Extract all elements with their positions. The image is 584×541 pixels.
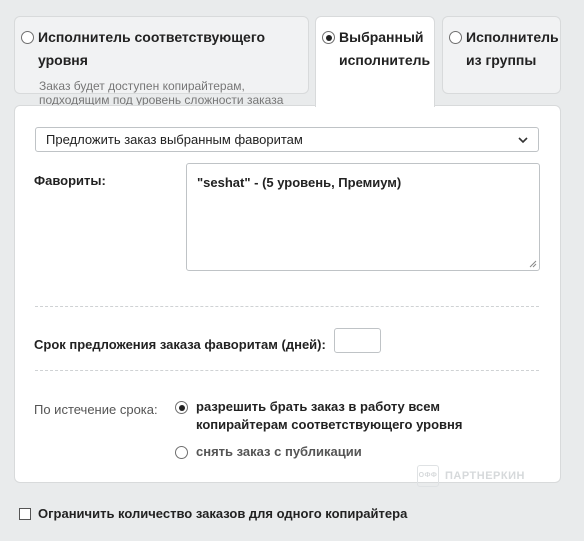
order-executor-settings: Исполнитель соответствующего уровня Зака… <box>0 0 584 541</box>
tab-group-executor-title: Исполнитель из группы <box>466 29 559 68</box>
chevron-down-icon <box>517 128 529 154</box>
option-unpublish-radio[interactable] <box>175 446 188 459</box>
tab-selected-executor-title: Выбранный исполнитель <box>339 29 431 68</box>
tab-selected-executor[interactable]: Выбранный исполнитель <box>315 16 435 107</box>
limit-orders-checkbox[interactable] <box>19 507 31 520</box>
resize-handle-icon[interactable] <box>529 260 537 268</box>
favorites-value: "seshat" - (5 уровень, Премиум) <box>197 175 402 190</box>
offer-term-input[interactable] <box>334 328 381 353</box>
tab-level-executor-title: Исполнитель соответствующего уровня <box>38 29 266 68</box>
tab-level-executor-description: Заказ будет доступен копирайтерам, подхо… <box>39 79 284 107</box>
option-allow-all[interactable]: разрешить брать заказ в работу всем копи… <box>175 399 462 434</box>
tab-level-executor-radio[interactable] <box>21 31 34 44</box>
expire-label: По истечение срока: <box>34 402 158 417</box>
option-unpublish[interactable]: снять заказ с публикации <box>175 444 362 461</box>
tab-level-executor[interactable]: Исполнитель соответствующего уровня Зака… <box>14 16 309 107</box>
offer-term-label: Срок предложения заказа фаворитам (дней)… <box>34 337 326 352</box>
option-unpublish-label: снять заказ с публикации <box>196 444 362 459</box>
favorites-textarea[interactable]: "seshat" - (5 уровень, Премиум) <box>186 163 540 271</box>
favorites-label: Фавориты: <box>34 173 106 188</box>
tab-group-executor[interactable]: Исполнитель из группы <box>442 16 561 94</box>
limit-orders-label: Ограничить количество заказов для одного… <box>38 506 408 521</box>
limit-orders-option[interactable]: Ограничить количество заказов для одного… <box>19 506 407 521</box>
offer-mode-select[interactable]: Предложить заказ выбранным фаворитам <box>35 127 539 152</box>
offer-mode-select-value: Предложить заказ выбранным фаворитам <box>46 132 303 147</box>
tab-group-executor-radio[interactable] <box>449 31 462 44</box>
watermark-logo-icon: ОФФ <box>417 465 439 487</box>
watermark: ОФФ ПАРТНЕРКИН <box>417 465 525 487</box>
watermark-text: ПАРТНЕРКИН <box>445 470 525 482</box>
option-allow-all-label: разрешить брать заказ в работу всем копи… <box>196 399 463 432</box>
selected-executor-panel: Предложить заказ выбранным фаворитам Фав… <box>14 105 561 487</box>
tab-selected-executor-radio[interactable] <box>322 31 335 44</box>
divider <box>35 370 539 371</box>
divider <box>35 306 539 307</box>
option-allow-all-radio[interactable] <box>175 401 188 414</box>
